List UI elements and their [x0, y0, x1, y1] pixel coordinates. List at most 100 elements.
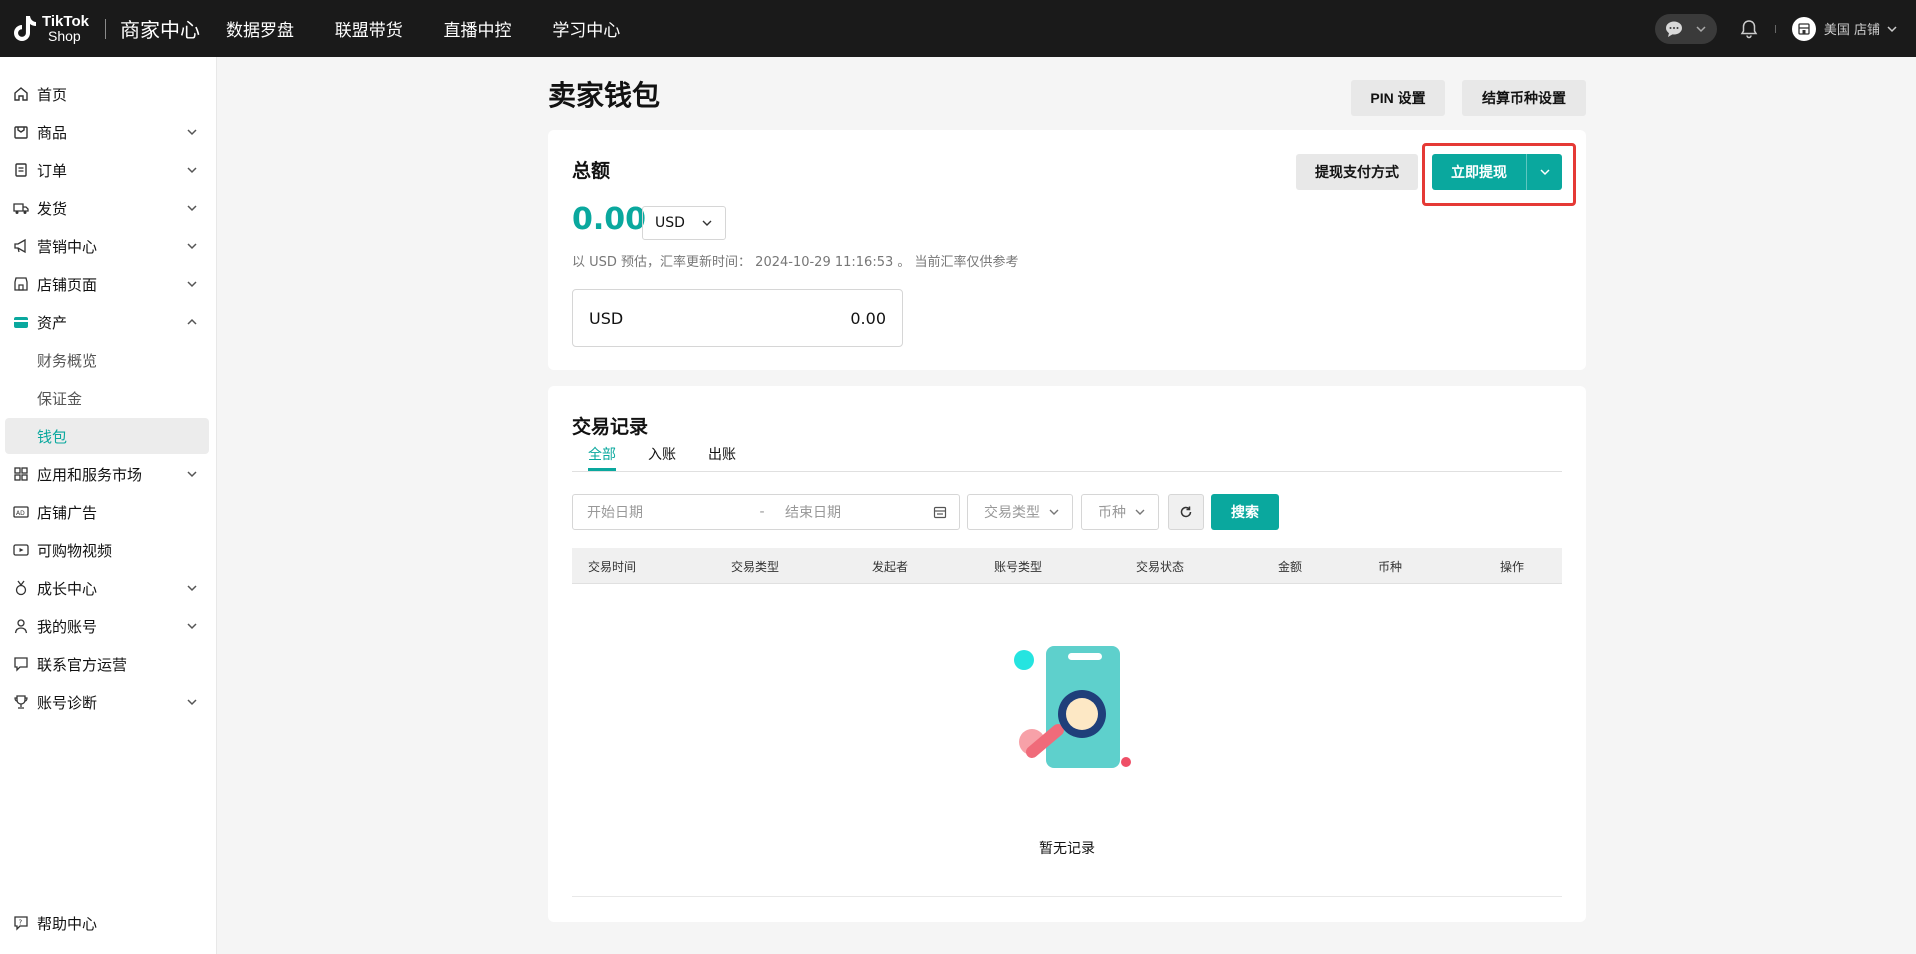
sidebar-item-wallet[interactable]: 钱包 — [5, 418, 209, 454]
top-separator — [1774, 24, 1776, 33]
store-icon — [13, 276, 29, 292]
search-button[interactable]: 搜索 — [1211, 494, 1279, 530]
sidebar-item-shoppable-video[interactable]: 可购物视频 — [5, 532, 209, 568]
message-dropdown[interactable] — [1654, 13, 1717, 44]
top-nav-affiliate[interactable]: 联盟带货 — [335, 21, 403, 41]
empty-state-illustration — [1014, 646, 1131, 768]
apps-icon — [13, 466, 29, 482]
transactions-table-header: 交易时间 交易类型 发起者 账号类型 交易状态 金额 币种 操作 — [572, 548, 1562, 584]
sidebar-item-help-center[interactable]: ? 帮助中心 — [5, 905, 209, 941]
chevron-down-icon — [1696, 25, 1706, 32]
currency-settings-button[interactable]: 结算币种设置 — [1462, 80, 1586, 116]
column-header-status[interactable]: 交易状态 — [1136, 558, 1184, 575]
column-header-initiator[interactable]: 发起者 — [872, 558, 908, 575]
table-bottom-divider — [572, 896, 1562, 897]
tab-incoming[interactable]: 入账 — [648, 444, 676, 464]
top-nav-learning-center[interactable]: 学习中心 — [552, 21, 620, 41]
sidebar-item-store-page[interactable]: 店铺页面 — [5, 266, 209, 302]
refresh-icon — [1180, 506, 1192, 518]
sidebar-item-contact-ops[interactable]: 联系官方运营 — [5, 646, 209, 682]
payment-method-button[interactable]: 提现支付方式 — [1296, 154, 1418, 190]
sidebar-item-assets[interactable]: 资产 — [5, 304, 209, 340]
sidebar-item-label: 帮助中心 — [37, 914, 98, 933]
chevron-down-icon — [187, 129, 197, 136]
sidebar-item-label: 可购物视频 — [37, 541, 113, 560]
top-right-tools: 美国 店铺 — [1654, 0, 1898, 57]
chevron-down-icon — [187, 205, 197, 212]
top-nav-live-control[interactable]: 直播中控 — [444, 21, 512, 41]
tiktok-shop-logo[interactable]: TikTok Shop — [12, 0, 89, 57]
sidebar-item-label: 首页 — [37, 85, 68, 104]
date-range-picker[interactable]: 开始日期 - 结束日期 — [572, 494, 960, 530]
chevron-down-icon — [702, 220, 712, 226]
sidebar-item-label: 保证金 — [37, 389, 83, 408]
currency-filter-select[interactable]: 币种 — [1081, 494, 1159, 530]
chevron-down-icon — [1539, 169, 1550, 176]
column-header-currency[interactable]: 币种 — [1378, 558, 1402, 575]
column-header-account-type[interactable]: 账号类型 — [994, 558, 1042, 575]
column-header-amount[interactable]: 金额 — [1278, 558, 1302, 575]
sidebar: 首页 商品 订单 发货 营销中心 店铺页面 资产 财务概览 保证金 钱包 应用和… — [0, 57, 217, 954]
trophy-icon — [13, 694, 29, 710]
sidebar-item-label: 成长中心 — [37, 579, 98, 598]
page-title: 卖家钱包 — [548, 79, 661, 112]
sidebar-item-label: 账号诊断 — [37, 693, 98, 712]
withdraw-now-button[interactable]: 立即提现 — [1432, 154, 1562, 190]
seller-center-title[interactable]: 商家中心 — [120, 14, 200, 43]
pin-settings-button[interactable]: PIN 设置 — [1351, 80, 1445, 116]
currency-balance-label: USD — [589, 308, 624, 328]
transaction-type-select-value: 交易类型 — [984, 505, 1040, 521]
column-header-time[interactable]: 交易时间 — [588, 558, 636, 575]
sidebar-item-label: 发货 — [37, 199, 68, 218]
notification-bell-icon[interactable] — [1739, 19, 1759, 39]
chevron-down-icon — [187, 623, 197, 630]
chevron-down-icon — [187, 585, 197, 592]
column-header-actions[interactable]: 操作 — [1500, 558, 1524, 575]
sidebar-item-app-market[interactable]: 应用和服务市场 — [5, 456, 209, 492]
truck-icon — [13, 200, 29, 216]
sidebar-item-label: 联系官方运营 — [37, 655, 128, 674]
sidebar-item-store-ads[interactable]: AD 店铺广告 — [5, 494, 209, 530]
tab-outgoing[interactable]: 出账 — [708, 444, 736, 464]
chevron-down-icon — [187, 167, 197, 174]
shop-name[interactable]: 美国 店铺 — [1824, 19, 1880, 38]
column-header-type[interactable]: 交易类型 — [731, 558, 779, 575]
refresh-button[interactable] — [1168, 494, 1204, 530]
calendar-icon[interactable] — [933, 505, 947, 519]
top-nav-data-compass[interactable]: 数据罗盘 — [226, 21, 294, 41]
balance-title: 总额 — [572, 160, 611, 182]
svg-text:?: ? — [19, 919, 23, 927]
empty-state-text: 暂无记录 — [1039, 841, 1095, 857]
sidebar-item-home[interactable]: 首页 — [5, 76, 209, 112]
video-icon — [13, 542, 29, 558]
sidebar-item-deposit[interactable]: 保证金 — [5, 380, 209, 416]
currency-select-value: USD — [655, 215, 685, 231]
chat-icon — [13, 656, 29, 672]
sidebar-item-label: 钱包 — [37, 427, 68, 446]
sidebar-item-growth-center[interactable]: 成长中心 — [5, 570, 209, 606]
sidebar-item-marketing[interactable]: 营销中心 — [5, 228, 209, 264]
sidebar-item-shipping[interactable]: 发货 — [5, 190, 209, 226]
currency-select[interactable]: USD — [642, 206, 726, 240]
sidebar-item-account-diagnosis[interactable]: 账号诊断 — [5, 684, 209, 720]
shop-avatar[interactable] — [1791, 16, 1816, 41]
medal-icon — [13, 580, 29, 596]
transactions-card: 交易记录 全部 入账 出账 开始日期 - 结束日期 交易类型 币种 搜索 交易时… — [548, 386, 1586, 922]
chevron-down-icon — [1135, 509, 1145, 515]
sidebar-item-finance-overview[interactable]: 财务概览 — [5, 342, 209, 378]
sidebar-item-orders[interactable]: 订单 — [5, 152, 209, 188]
sidebar-item-my-account[interactable]: 我的账号 — [5, 608, 209, 644]
chevron-down-icon — [187, 281, 197, 288]
start-date-input[interactable]: 开始日期 — [587, 502, 747, 522]
transaction-type-select[interactable]: 交易类型 — [967, 494, 1073, 530]
sidebar-item-products[interactable]: 商品 — [5, 114, 209, 150]
transactions-title: 交易记录 — [572, 416, 649, 438]
end-date-input[interactable]: 结束日期 — [785, 502, 933, 522]
sidebar-item-label: 店铺页面 — [37, 275, 98, 294]
tab-all[interactable]: 全部 — [588, 444, 616, 464]
chevron-down-icon — [1049, 509, 1059, 515]
chevron-up-icon — [187, 318, 197, 325]
chevron-down-icon[interactable] — [1886, 23, 1898, 35]
currency-filter-select-value: 币种 — [1098, 505, 1126, 521]
withdraw-dropdown-toggle[interactable] — [1527, 166, 1562, 178]
